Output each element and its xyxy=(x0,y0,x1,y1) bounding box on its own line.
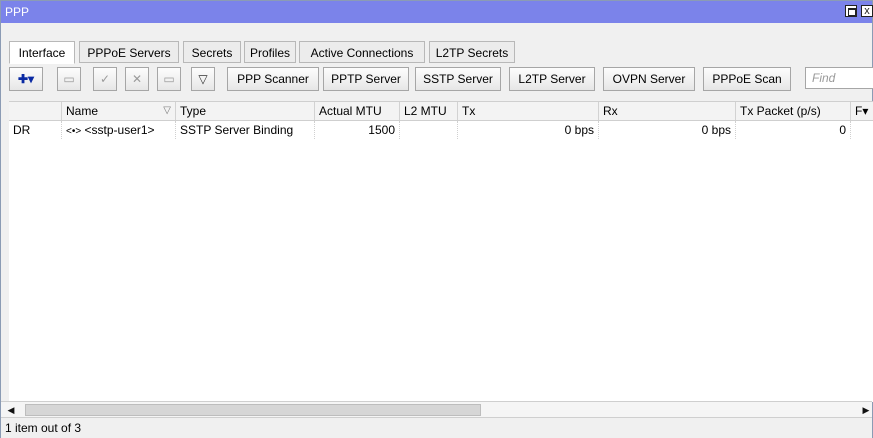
cell-rx: 0 bps xyxy=(599,121,736,139)
pppoe-scan-button[interactable]: PPPoE Scan xyxy=(703,67,791,91)
maximize-button[interactable] xyxy=(845,5,857,17)
column-header-type[interactable]: Type xyxy=(176,102,315,120)
disable-button[interactable]: ✕ xyxy=(125,67,149,91)
scroll-thumb[interactable] xyxy=(25,404,481,416)
status-bar: 1 item out of 3 xyxy=(1,417,872,438)
column-header-rx[interactable]: Rx xyxy=(599,102,736,120)
comment-button[interactable]: ▭ xyxy=(157,67,181,91)
window-title: PPP xyxy=(5,5,30,19)
cell-type: SSTP Server Binding xyxy=(176,121,315,139)
filter-icon: ▽ xyxy=(198,72,208,86)
scroll-right-icon[interactable]: ▶ xyxy=(860,404,872,416)
tab-interface[interactable]: Interface xyxy=(9,41,75,64)
cell-flags: DR xyxy=(9,121,62,139)
tab-profiles[interactable]: Profiles xyxy=(244,41,296,63)
column-menu-icon: ▾ xyxy=(862,104,869,118)
cell-tx-packet: 0 xyxy=(736,121,851,139)
table-header: Name ▽ Type Actual MTU L2 MTU Tx Rx Tx P… xyxy=(9,102,873,121)
interface-icon: <•> xyxy=(66,126,82,137)
close-button[interactable]: x xyxy=(861,5,873,17)
tab-active-connections[interactable]: Active Connections xyxy=(299,41,425,63)
filter-button[interactable]: ▽ xyxy=(191,67,215,91)
column-header-flags[interactable] xyxy=(9,102,62,120)
column-header-name-label: Name xyxy=(66,104,99,118)
comment-icon: ▭ xyxy=(163,72,175,86)
status-text: 1 item out of 3 xyxy=(5,421,82,435)
ovpn-server-button[interactable]: OVPN Server xyxy=(603,67,695,91)
cell-name: <•> <sstp-user1> xyxy=(62,121,176,139)
column-header-tx-packet[interactable]: Tx Packet (p/s) xyxy=(736,102,851,120)
remove-button[interactable]: ▭ xyxy=(57,67,81,91)
enable-button[interactable]: ✓ xyxy=(93,67,117,91)
check-icon: ✓ xyxy=(99,72,111,86)
scroll-left-icon[interactable]: ◀ xyxy=(5,404,17,416)
pptp-server-button[interactable]: PPTP Server xyxy=(323,67,409,91)
column-header-actual-mtu[interactable]: Actual MTU xyxy=(315,102,400,120)
horizontal-scrollbar[interactable]: ◀ ▶ xyxy=(1,401,872,418)
column-header-name[interactable]: Name ▽ xyxy=(62,102,176,120)
title-bar[interactable]: PPP x xyxy=(1,1,873,23)
find-input[interactable]: Find xyxy=(805,67,873,89)
column-header-tx[interactable]: Tx xyxy=(458,102,599,120)
interface-table: Name ▽ Type Actual MTU L2 MTU Tx Rx Tx P… xyxy=(9,101,873,402)
add-button[interactable]: ✚▾ xyxy=(9,67,43,91)
ppp-scanner-button[interactable]: PPP Scanner xyxy=(227,67,319,91)
sort-icon: ▽ xyxy=(163,105,171,116)
cell-name-text: <sstp-user1> xyxy=(84,123,155,137)
close-icon: x xyxy=(864,5,870,17)
column-header-more[interactable]: F▾ xyxy=(851,102,873,120)
column-header-l2-mtu[interactable]: L2 MTU xyxy=(400,102,458,120)
tab-secrets[interactable]: Secrets xyxy=(183,41,241,63)
tab-pppoe-servers[interactable]: PPPoE Servers xyxy=(79,41,179,63)
cell-tx: 0 bps xyxy=(458,121,599,139)
tab-l2tp-secrets[interactable]: L2TP Secrets xyxy=(429,41,515,63)
cell-l2-mtu xyxy=(400,121,458,139)
ppp-window: PPP x Interface PPPoE Servers Secrets Pr… xyxy=(0,0,873,438)
plus-dropdown-icon: ✚▾ xyxy=(17,72,35,86)
l2tp-server-button[interactable]: L2TP Server xyxy=(509,67,595,91)
minus-icon: ▭ xyxy=(63,72,75,86)
x-icon: ✕ xyxy=(131,72,143,86)
cell-actual-mtu: 1500 xyxy=(315,121,400,139)
table-row[interactable]: DR <•> <sstp-user1> SSTP Server Binding … xyxy=(9,121,873,139)
sstp-server-button[interactable]: SSTP Server xyxy=(415,67,501,91)
